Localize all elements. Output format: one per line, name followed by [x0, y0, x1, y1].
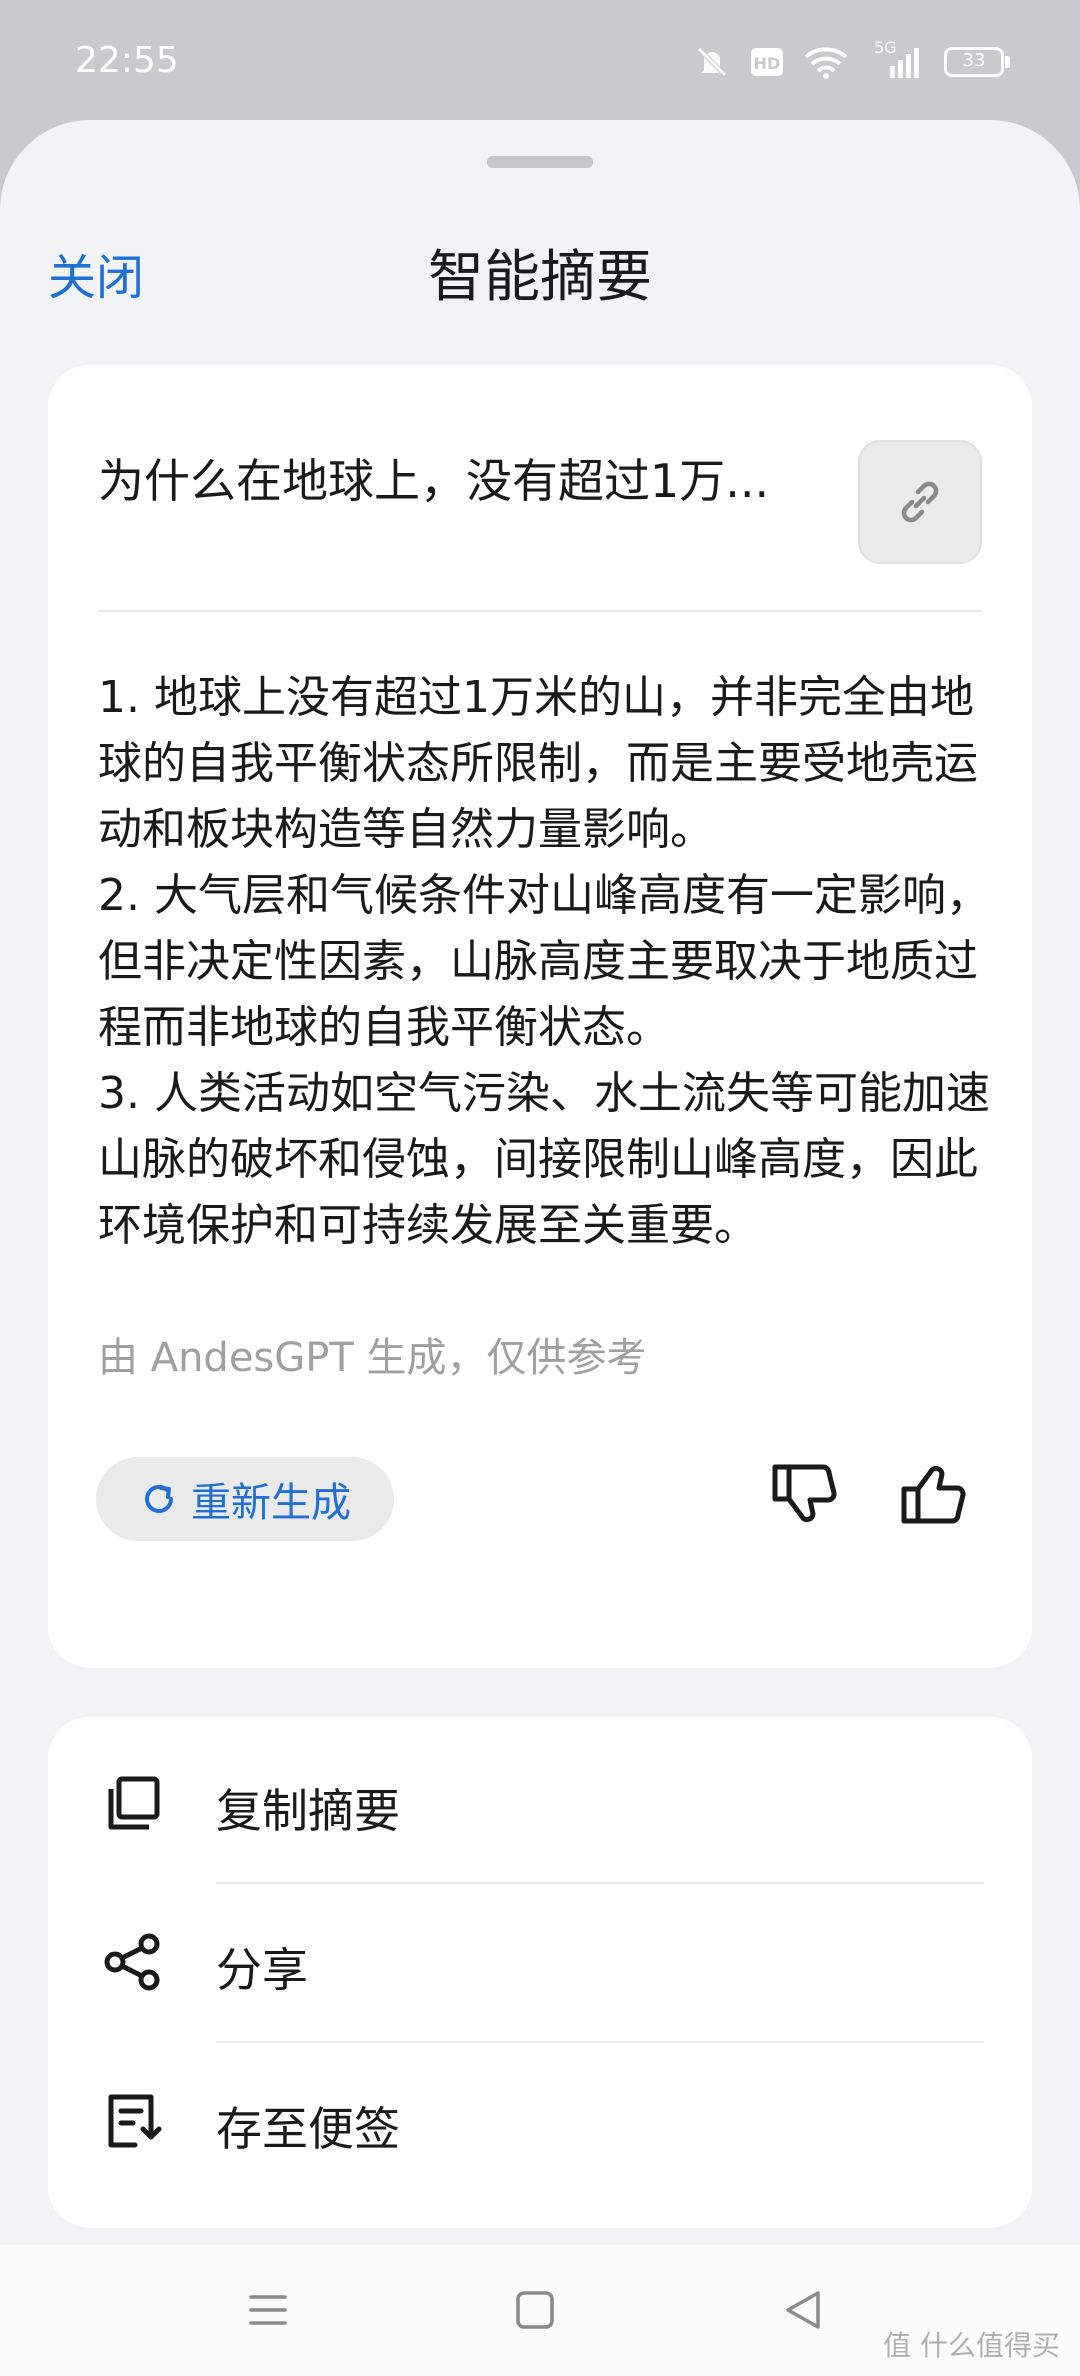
action-save-to-notes[interactable]: 存至便签 — [48, 2043, 1032, 2198]
generated-note: 由 AndesGPT 生成，仅供参考 — [98, 1335, 647, 1381]
action-label: 存至便签 — [216, 2102, 400, 2156]
summary-point: 3. 人类活动如空气污染、水土流失等可能加速山脉的破坏和侵蚀，间接限制山峰高度，… — [98, 1068, 990, 1251]
hd-icon: HD — [751, 48, 783, 76]
divider — [98, 610, 982, 612]
summary-title: 为什么在地球上，没有超过1万... — [98, 454, 770, 508]
menu-icon[interactable] — [243, 2285, 293, 2335]
regenerate-label: 重新生成 — [191, 1480, 351, 1526]
drag-handle[interactable] — [487, 156, 593, 168]
status-time: 22:55 — [75, 40, 179, 81]
wifi-icon — [804, 47, 848, 79]
share-icon — [104, 1933, 160, 1991]
home-icon[interactable] — [510, 2285, 560, 2335]
link-icon — [901, 481, 939, 523]
watermark: 值 什么值得买 — [883, 2329, 1060, 2362]
bottom-sheet: 关闭 智能摘要 为什么在地球上，没有超过1万... 1. 地球上没有超过1万米的… — [0, 120, 1080, 2376]
link-button[interactable] — [858, 440, 982, 564]
svg-text:HD: HD — [754, 54, 781, 73]
page-title: 智能摘要 — [428, 245, 652, 310]
action-copy-summary[interactable]: 复制摘要 — [48, 1725, 1032, 1880]
summary-point: 2. 大气层和气候条件对山峰高度有一定影响，但非决定性因素，山脉高度主要取决于地… — [98, 870, 990, 1053]
thumbs-up-icon[interactable] — [900, 1459, 970, 1529]
refresh-icon — [145, 1484, 173, 1513]
status-icons: HD 5G 33 — [694, 38, 1010, 82]
mute-icon — [697, 47, 727, 77]
back-icon[interactable] — [778, 2285, 828, 2335]
navigation-bar: 值 什么值得买 — [0, 2245, 1080, 2376]
summary-body: 1. 地球上没有超过1万米的山，并非完全由地球的自我平衡状态所限制，而是主要受地… — [98, 665, 998, 1259]
summary-card: 为什么在地球上，没有超过1万... 1. 地球上没有超过1万米的山，并非完全由地… — [48, 365, 1032, 1668]
summary-point: 1. 地球上没有超过1万米的山，并非完全由地球的自我平衡状态所限制，而是主要受地… — [98, 672, 978, 855]
battery-icon: 33 — [944, 47, 1010, 77]
thumbs-down-icon[interactable] — [771, 1459, 841, 1529]
action-label: 复制摘要 — [216, 1784, 400, 1838]
action-label: 分享 — [216, 1943, 308, 1997]
signal-5g-icon: 5G — [868, 38, 924, 80]
regenerate-button[interactable]: 重新生成 — [96, 1457, 394, 1541]
action-share[interactable]: 分享 — [48, 1884, 1032, 2039]
actions-card: 复制摘要 分享 存至便签 — [48, 1717, 1032, 2228]
note-icon — [108, 2094, 162, 2148]
copy-icon — [108, 1776, 160, 1830]
battery-level: 33 — [962, 50, 986, 71]
status-bar: 22:55 HD 5G 33 — [0, 0, 1080, 120]
